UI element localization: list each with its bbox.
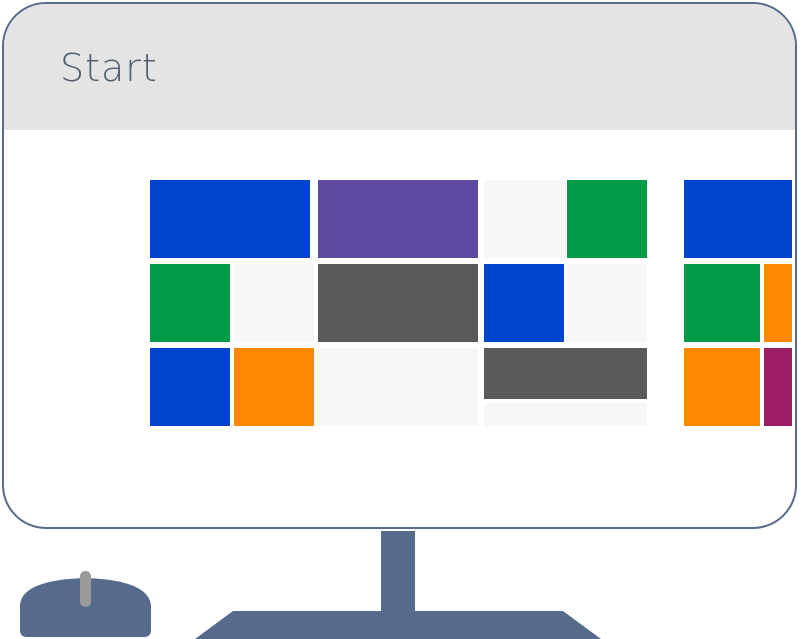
mouse-icon xyxy=(20,571,151,637)
